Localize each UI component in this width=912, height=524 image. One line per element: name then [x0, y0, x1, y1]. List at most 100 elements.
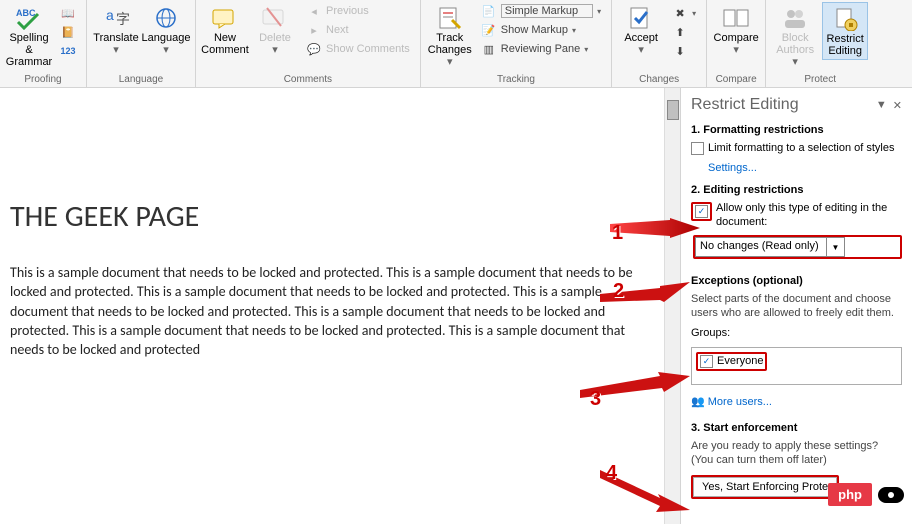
show-markup-label: Show Markup [501, 24, 568, 36]
svg-text:字: 字 [116, 11, 130, 27]
chevron-down-icon: ▾ [447, 56, 453, 68]
show-markup-button[interactable]: 📝 Show Markup ▾ [477, 21, 605, 39]
define-button[interactable]: 📖 [56, 4, 80, 22]
next-icon: ⬇ [672, 43, 688, 59]
previous-change-button[interactable]: ⬆ [668, 23, 700, 41]
next-comment-button[interactable]: ▸Next [302, 21, 414, 39]
word-count-button[interactable]: 123 [56, 42, 80, 60]
group-label: Tracking [497, 73, 535, 87]
document-area[interactable]: THE GEEK PAGE This is a sample document … [0, 88, 680, 524]
php-badge-label: php [828, 483, 872, 506]
group-label: Comments [284, 73, 332, 87]
show-comments-button[interactable]: 💬 Show Comments [302, 40, 414, 58]
chevron-down-icon: ▾ [792, 56, 798, 68]
reject-button[interactable]: ✖▾ [668, 4, 700, 22]
new-comment-label: New Comment [201, 32, 249, 56]
restrict-editing-button[interactable]: Restrict Editing [822, 2, 868, 60]
track-changes-label: Track Changes [428, 32, 472, 56]
spelling-grammar-label: Spelling & Grammar [6, 32, 52, 68]
compare-label: Compare [714, 32, 759, 44]
comment-delete-icon [259, 4, 291, 32]
people-icon: 👥 [691, 396, 705, 408]
compare-icon [720, 4, 752, 32]
delete-label: Delete [259, 32, 291, 44]
pane-icon: ▥ [481, 41, 497, 57]
block-authors-icon [779, 4, 811, 32]
reviewing-pane-button[interactable]: ▥ Reviewing Pane ▾ [477, 40, 605, 58]
group-protect: Block Authors ▾ Restrict Editing Protect [766, 0, 874, 87]
next-label: Next [326, 24, 349, 36]
editing-type-value: No changes (Read only) [696, 238, 826, 256]
limit-formatting-checkbox[interactable] [691, 142, 704, 155]
accept-icon [625, 4, 657, 32]
language-button[interactable]: Language ▾ [143, 2, 189, 58]
svg-text:ABC: ABC [16, 8, 36, 18]
chevron-down-icon: ▾ [572, 26, 576, 35]
delete-comment-button[interactable]: Delete ▾ [252, 2, 298, 58]
compare-button[interactable]: Compare ▾ [713, 2, 759, 58]
restrict-editing-icon [829, 5, 861, 33]
document-title: THE GEEK PAGE [10, 198, 652, 235]
group-label: Compare [716, 73, 757, 87]
display-for-review-combo[interactable]: 📄 Simple Markup ▾ [477, 2, 605, 20]
start-enforcing-button[interactable]: Yes, Start Enforcing Prote [693, 477, 837, 497]
previous-comment-button[interactable]: ◂Previous [302, 2, 414, 20]
count-icon: 123 [60, 43, 76, 59]
group-language: a字 Translate ▾ Language ▾ Language [87, 0, 196, 87]
settings-link[interactable]: Settings... [708, 162, 902, 174]
translate-icon: a字 [100, 4, 132, 32]
show-markup-icon: 📝 [481, 22, 497, 38]
abc-checkmark-icon: ABC [13, 4, 45, 32]
groups-listbox[interactable]: Everyone [691, 347, 902, 385]
track-changes-button[interactable]: Track Changes ▾ [427, 2, 473, 70]
thesaurus-button[interactable]: 📔 [56, 23, 80, 41]
group-proofing: ABC Spelling & Grammar 📖 📔 123 Proofing [0, 0, 87, 87]
section-editing-title: 2. Editing restrictions [691, 184, 902, 196]
globe-icon [150, 4, 182, 32]
markup-icon: 📄 [481, 3, 497, 19]
scroll-thumb[interactable] [667, 100, 679, 120]
chevron-down-icon: ▾ [272, 44, 278, 56]
pane-close-button[interactable]: ✕ [893, 99, 902, 112]
group-tracking: Track Changes ▾ 📄 Simple Markup ▾ 📝 Show Ma… [421, 0, 612, 87]
document-body: This is a sample document that needs to … [10, 263, 652, 360]
accept-button[interactable]: Accept ▾ [618, 2, 664, 58]
everyone-checkbox[interactable] [700, 355, 713, 368]
pane-options-button[interactable]: ▼ [876, 99, 887, 112]
group-label: Proofing [24, 73, 61, 87]
reviewing-pane-label: Reviewing Pane [501, 43, 581, 55]
eye-icon [878, 487, 904, 503]
accept-label: Accept [624, 32, 658, 44]
block-authors-button[interactable]: Block Authors ▾ [772, 2, 818, 70]
comments-icon: 💬 [306, 41, 322, 57]
restrict-editing-label: Restrict Editing [827, 33, 864, 57]
chevron-down-icon[interactable]: ▼ [826, 238, 844, 256]
thesaurus-icon: 📔 [60, 24, 76, 40]
simple-markup-label: Simple Markup [501, 4, 593, 18]
chevron-down-icon: ▾ [597, 7, 601, 16]
vertical-scrollbar[interactable] [664, 88, 680, 524]
allow-editing-label: Allow only this type of editing in the d… [716, 202, 902, 230]
editing-type-combo[interactable]: No changes (Read only) ▼ [695, 237, 845, 257]
new-comment-button[interactable]: New Comment [202, 2, 248, 58]
block-authors-label: Block Authors [776, 32, 814, 56]
group-label: Protect [804, 73, 836, 87]
previous-icon: ⬆ [672, 24, 688, 40]
group-compare: Compare ▾ Compare [707, 0, 766, 87]
group-comments: New Comment Delete ▾ ◂Previous ▸Next 💬 Sh… [196, 0, 421, 87]
translate-button[interactable]: a字 Translate ▾ [93, 2, 139, 58]
watermark-badge: php [828, 483, 904, 506]
chevron-down-icon: ▾ [733, 44, 739, 56]
spelling-grammar-button[interactable]: ABC Spelling & Grammar [6, 2, 52, 70]
chevron-down-icon: ▾ [584, 45, 588, 54]
ribbon: ABC Spelling & Grammar 📖 📔 123 Proofing … [0, 0, 912, 88]
enforcement-help: Are you ready to apply these settings? (… [691, 440, 902, 468]
allow-editing-checkbox[interactable] [695, 205, 708, 218]
svg-text:a: a [106, 7, 114, 23]
more-users-link[interactable]: 👥 More users... [691, 395, 902, 408]
section-formatting-title: 1. Formatting restrictions [691, 124, 902, 136]
chevron-down-icon: ▾ [638, 44, 644, 56]
limit-formatting-label: Limit formatting to a selection of style… [708, 142, 894, 156]
next-change-button[interactable]: ⬇ [668, 42, 700, 60]
show-comments-label: Show Comments [326, 43, 410, 55]
